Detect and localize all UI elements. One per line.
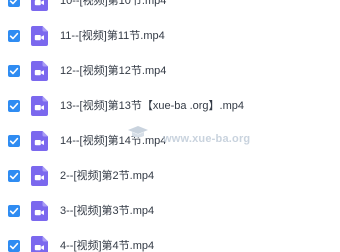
check-icon bbox=[9, 242, 19, 250]
file-row[interactable]: 2--[视频]第2节.mp4 bbox=[0, 159, 340, 194]
watermark-text: www.xue-ba.org bbox=[163, 133, 251, 145]
graduation-cap-icon bbox=[127, 125, 149, 139]
video-file-icon bbox=[31, 61, 48, 81]
video-file-icon bbox=[31, 236, 48, 252]
checkbox[interactable] bbox=[8, 30, 20, 42]
video-file-icon bbox=[31, 131, 48, 151]
file-name: 14--[视频]第14节.mp4 bbox=[60, 135, 167, 147]
video-file-icon bbox=[31, 0, 48, 11]
check-icon bbox=[9, 207, 19, 215]
check-icon bbox=[9, 0, 18, 5]
video-file-icon bbox=[31, 96, 48, 116]
file-name: 10--[视频]第10节.mp4 bbox=[60, 0, 167, 7]
checkbox[interactable] bbox=[8, 65, 20, 77]
checkbox[interactable] bbox=[8, 135, 20, 147]
file-name: 4--[视频]第4节.mp4 bbox=[60, 240, 155, 252]
check-icon bbox=[9, 32, 19, 40]
check-icon bbox=[9, 102, 19, 110]
check-icon bbox=[9, 137, 19, 145]
file-list: 10--[视频]第10节.mp4 11--[视频]第11节.mp4 12--[视… bbox=[0, 0, 340, 252]
checkbox[interactable] bbox=[8, 100, 20, 112]
file-name: 11--[视频]第11节.mp4 bbox=[60, 30, 165, 42]
checkbox[interactable] bbox=[8, 170, 20, 182]
video-file-icon bbox=[31, 26, 48, 46]
file-row[interactable]: 12--[视频]第12节.mp4 bbox=[0, 54, 340, 89]
file-row[interactable]: 10--[视频]第10节.mp4 bbox=[0, 0, 340, 19]
video-file-icon bbox=[31, 201, 48, 221]
file-row[interactable]: 3--[视频]第3节.mp4 bbox=[0, 194, 340, 229]
file-name: 12--[视频]第12节.mp4 bbox=[60, 65, 167, 77]
file-row[interactable]: 11--[视频]第11节.mp4 bbox=[0, 19, 340, 54]
file-name: 13--[视频]第13节【xue-ba .org】.mp4 bbox=[60, 100, 245, 112]
checkbox[interactable] bbox=[8, 240, 20, 252]
file-name: 2--[视频]第2节.mp4 bbox=[60, 170, 155, 182]
file-name: 3--[视频]第3节.mp4 bbox=[60, 205, 155, 217]
check-icon bbox=[9, 67, 19, 75]
file-row[interactable]: 13--[视频]第13节【xue-ba .org】.mp4 bbox=[0, 89, 340, 124]
video-file-icon bbox=[31, 166, 48, 186]
checkbox[interactable] bbox=[8, 205, 20, 217]
checkbox[interactable] bbox=[8, 0, 20, 7]
file-row[interactable]: 4--[视频]第4节.mp4 bbox=[0, 229, 340, 252]
check-icon bbox=[9, 172, 19, 180]
